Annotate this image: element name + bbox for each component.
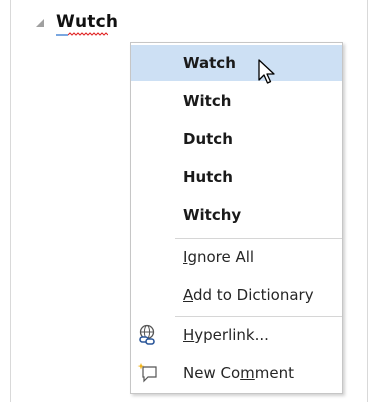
left-margin-line [10, 0, 11, 402]
heading-row: Wutch [36, 10, 119, 36]
misspelled-heading-word[interactable]: Wutch [56, 12, 119, 36]
ignore-all-item[interactable]: Ignore All [131, 239, 342, 275]
heading-word-rest: utch [74, 12, 119, 32]
suggestion-label: Witch [183, 92, 232, 110]
suggestion-hutch[interactable]: Hutch [131, 159, 342, 195]
spelling-context-menu: Watch Witch Dutch Hutch Witchy Ignore Al… [130, 42, 343, 394]
suggestion-dutch[interactable]: Dutch [131, 121, 342, 157]
spelling-error-squiggle [68, 32, 108, 36]
new-comment-text-pre: New Co [183, 364, 241, 382]
new-comment-icon [137, 363, 157, 383]
heading-word-prefix: W [56, 12, 75, 32]
new-comment-item[interactable]: New Comment [131, 355, 342, 391]
hyperlink-accelerator: H [183, 326, 195, 344]
add-to-dictionary-label: Add to Dictionary [183, 286, 314, 304]
suggestion-label: Hutch [183, 168, 233, 186]
hyperlink-text-post: yperlink... [194, 326, 269, 344]
new-comment-label: New Comment [183, 364, 294, 382]
text-caret-marker [56, 34, 68, 36]
hyperlink-item[interactable]: Hyperlink... [131, 317, 342, 353]
suggestion-witchy[interactable]: Witchy [131, 197, 342, 233]
hyperlink-label: Hyperlink... [183, 326, 269, 344]
new-comment-text-post: ment [254, 364, 294, 382]
suggestion-label: Watch [183, 54, 236, 72]
collapse-triangle-icon[interactable] [36, 19, 44, 27]
mouse-pointer-icon [258, 59, 275, 84]
ignore-all-label: Ignore All [183, 248, 254, 266]
suggestion-label: Dutch [183, 130, 233, 148]
add-to-dictionary-item[interactable]: Add to Dictionary [131, 277, 342, 313]
right-margin-line [367, 0, 368, 402]
ignore-all-text-post: gnore All [187, 248, 255, 266]
suggestion-label: Witchy [183, 206, 242, 224]
add-to-dictionary-text-post: dd to Dictionary [193, 286, 314, 304]
new-comment-accelerator: m [240, 364, 255, 382]
suggestion-watch[interactable]: Watch [131, 45, 342, 81]
add-to-dictionary-accelerator: A [183, 286, 193, 304]
hyperlink-icon [139, 324, 155, 345]
document-page: Wutch Watch Witch Dutch Hutch Witchy Ign… [0, 0, 383, 402]
suggestion-witch[interactable]: Witch [131, 83, 342, 119]
